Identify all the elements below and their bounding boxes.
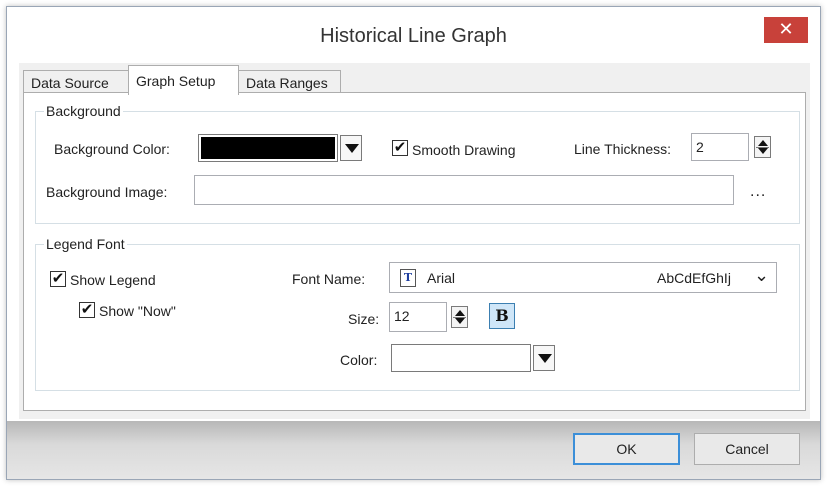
background-color-swatch[interactable]: [198, 134, 338, 162]
font-size-input[interactable]: 12: [389, 302, 447, 332]
spin-up-icon: [758, 140, 768, 146]
font-name-label: Font Name:: [292, 271, 366, 287]
tab-data-source[interactable]: Data Source: [23, 70, 129, 94]
font-name-combo[interactable]: T Arial AbCdEfGhIj ⌄: [389, 262, 777, 293]
close-icon: ✕: [778, 19, 794, 39]
spin-up-icon: [455, 310, 465, 316]
background-group: Background: [35, 103, 800, 224]
line-thickness-spinner[interactable]: [754, 136, 771, 158]
dialog-content: Data Source Graph Setup Data Ranges Back…: [19, 63, 810, 419]
show-legend-checkbox[interactable]: ✔: [50, 271, 66, 287]
font-preview-text: AbCdEfGhIj: [657, 270, 731, 286]
window-title: Historical Line Graph: [320, 25, 507, 47]
bold-toggle-button[interactable]: B: [489, 303, 515, 329]
title-bar: Historical Line Graph ✕: [7, 7, 820, 63]
smooth-drawing-label: Smooth Drawing: [412, 142, 516, 158]
font-size-spinner[interactable]: [451, 306, 468, 328]
background-color-label: Background Color:: [54, 141, 170, 157]
show-now-checkbox[interactable]: ✔: [79, 302, 95, 318]
cancel-button[interactable]: Cancel: [694, 433, 800, 465]
browse-button[interactable]: ...: [750, 183, 766, 201]
legend-font-group-title: Legend Font: [46, 236, 125, 252]
show-now-label: Show "Now": [99, 303, 176, 319]
show-legend-label: Show Legend: [70, 272, 156, 288]
button-bar: OK Cancel: [7, 421, 820, 479]
font-color-fill: [394, 347, 528, 369]
tab-graph-setup[interactable]: Graph Setup: [128, 65, 239, 95]
smooth-drawing-checkbox[interactable]: ✔: [392, 140, 408, 156]
background-color-fill: [201, 137, 335, 159]
ok-button[interactable]: OK: [573, 433, 680, 465]
close-button[interactable]: ✕: [764, 17, 808, 43]
spin-down-icon: [758, 148, 768, 154]
line-thickness-input[interactable]: 2: [691, 133, 749, 161]
background-group-title: Background: [46, 103, 121, 119]
chevron-down-icon: ⌄: [754, 265, 770, 285]
font-name-value: Arial: [427, 270, 456, 286]
truetype-font-icon: T: [400, 269, 416, 287]
font-color-dropdown-arrow[interactable]: [533, 345, 555, 371]
check-icon: ✔: [51, 270, 65, 287]
check-icon: ✔: [393, 139, 407, 156]
background-image-input[interactable]: [194, 175, 734, 205]
dialog-window: Historical Line Graph ✕ Data Source Grap…: [6, 6, 821, 480]
size-label: Size:: [348, 311, 380, 327]
line-thickness-label: Line Thickness:: [574, 141, 672, 157]
check-icon: ✔: [80, 301, 94, 318]
font-color-label: Color:: [340, 352, 378, 368]
background-image-label: Background Image:: [46, 184, 168, 200]
graph-setup-panel: Background Background Color: ✔ Smooth Dr…: [23, 92, 806, 411]
spin-down-icon: [455, 318, 465, 324]
tab-data-ranges[interactable]: Data Ranges: [238, 70, 341, 94]
background-color-dropdown-arrow[interactable]: [340, 135, 362, 161]
font-color-swatch[interactable]: [391, 344, 531, 372]
